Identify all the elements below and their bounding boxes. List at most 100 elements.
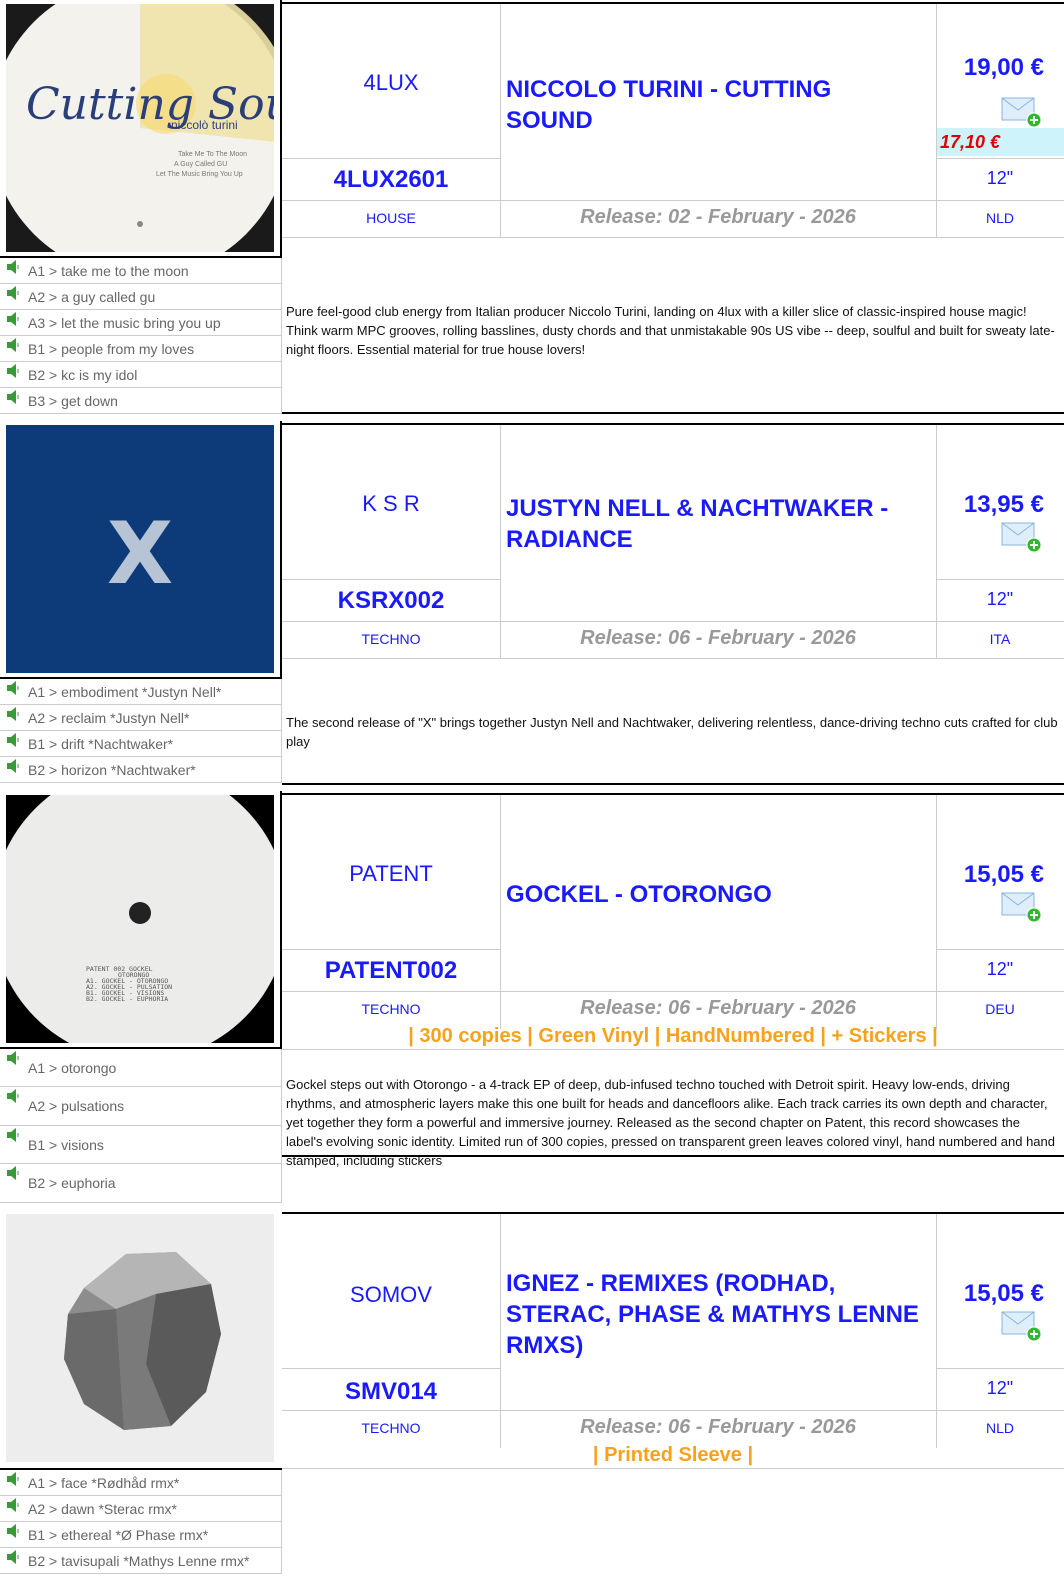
- genre-link[interactable]: TECHNO: [282, 1420, 500, 1436]
- track-item[interactable]: B2 > tavisupali *Mathys Lenne rmx*: [0, 1548, 281, 1574]
- speaker-icon[interactable]: [6, 311, 22, 327]
- track-label: A1 > face *Rødhåd rmx*: [28, 1474, 180, 1491]
- release-date: Release: 06 - February - 2026: [580, 627, 856, 649]
- track-item[interactable]: A1 > otorongo: [0, 1049, 281, 1087]
- speaker-icon[interactable]: [6, 1471, 22, 1487]
- release-header: 4LUX 4LUX2601 NICCOLO TURINI - CUTTING S…: [282, 2, 1064, 238]
- cover-frame: [0, 421, 282, 679]
- mail-add-icon[interactable]: [1000, 517, 1044, 553]
- track-label: A2 > pulsations: [28, 1098, 125, 1114]
- speaker-icon[interactable]: [6, 680, 22, 696]
- track-item[interactable]: B3 > get down: [0, 388, 281, 414]
- speaker-icon[interactable]: [6, 389, 22, 405]
- track-item[interactable]: A2 > a guy called gu: [0, 284, 281, 310]
- release-item: SOMOV SMV014 IGNEZ - REMIXES (RODHAD, ST…: [0, 1210, 1064, 1586]
- genre-link[interactable]: HOUSE: [282, 210, 500, 226]
- label-link[interactable]: K S R: [282, 491, 500, 517]
- track-item[interactable]: B1 > drift *Nachtwaker*: [0, 731, 281, 757]
- speaker-icon[interactable]: [6, 1523, 22, 1539]
- tracklist: A1 > embodiment *Justyn Nell* A2 > recla…: [0, 679, 282, 783]
- track-item[interactable]: B2 > horizon *Nachtwaker*: [0, 757, 281, 783]
- cover-frame: [0, 0, 282, 258]
- track-label: A2 > dawn *Sterac rmx*: [28, 1500, 178, 1517]
- sale-price: 17,10 €: [940, 132, 1001, 152]
- speaker-icon[interactable]: [6, 285, 22, 301]
- release-date: Release: 02 - February - 2026: [580, 206, 856, 228]
- format: 12": [986, 589, 1014, 609]
- track-label: B2 > tavisupali *Mathys Lenne rmx*: [28, 1552, 250, 1569]
- track-label: A1 > embodiment *Justyn Nell*: [28, 683, 222, 700]
- release-description: Pure feel-good club energy from Italian …: [286, 304, 1055, 357]
- tracklist: A1 > face *Rødhåd rmx* A2 > dawn *Sterac…: [0, 1470, 282, 1574]
- speaker-icon[interactable]: [6, 732, 22, 748]
- country: NLD: [985, 210, 1014, 226]
- track-item[interactable]: B2 > kc is my idol: [0, 362, 281, 388]
- track-item[interactable]: A2 > pulsations: [0, 1087, 281, 1126]
- track-item[interactable]: A1 > take me to the moon: [0, 258, 281, 284]
- track-label: A2 > reclaim *Justyn Nell*: [28, 709, 190, 726]
- format: 12": [986, 959, 1014, 979]
- mail-add-icon[interactable]: [1000, 887, 1044, 923]
- track-label: B3 > get down: [28, 392, 118, 409]
- track-item[interactable]: A1 > face *Rødhåd rmx*: [0, 1470, 281, 1496]
- tracklist: A1 > otorongo A2 > pulsations B1 > visio…: [0, 1049, 282, 1203]
- speaker-icon[interactable]: [6, 1088, 22, 1104]
- track-label: B1 > people from my loves: [28, 340, 195, 357]
- label-link[interactable]: SOMOV: [282, 1282, 500, 1308]
- speaker-icon[interactable]: [6, 1165, 22, 1181]
- speaker-icon[interactable]: [6, 706, 22, 722]
- catalog-number[interactable]: SMV014: [282, 1378, 500, 1406]
- mail-add-icon[interactable]: [1000, 1306, 1044, 1342]
- speaker-icon[interactable]: [6, 337, 22, 353]
- track-label: B1 > visions: [28, 1136, 104, 1153]
- price: 15,05 €: [963, 861, 1044, 888]
- track-item[interactable]: A3 > let the music bring you up: [0, 310, 281, 336]
- cover-frame: [0, 791, 282, 1049]
- track-item[interactable]: B1 > people from my loves: [0, 336, 281, 362]
- track-label: A3 > let the music bring you up: [28, 314, 221, 331]
- release-item: PATENT 002 GOCKEL OTORONGO A1. GOCKEL - …: [0, 791, 1064, 1203]
- speaker-icon[interactable]: [6, 259, 22, 275]
- release-title[interactable]: JUSTYN NELL & NACHTWAKER - RADIANCE: [506, 493, 926, 555]
- price: 19,00 €: [963, 54, 1044, 81]
- release-date: Release: 06 - February - 2026: [580, 997, 856, 1019]
- release-title[interactable]: IGNEZ - REMIXES (RODHAD, STERAC, PHASE &…: [506, 1268, 926, 1361]
- release-header: SOMOV SMV014 IGNEZ - REMIXES (RODHAD, ST…: [282, 1212, 1064, 1448]
- release-title[interactable]: NICCOLO TURINI - CUTTING SOUND: [506, 74, 906, 136]
- release-date: Release: 06 - February - 2026: [580, 1416, 856, 1438]
- speaker-icon[interactable]: [6, 1127, 22, 1143]
- cover-image[interactable]: [6, 1214, 274, 1462]
- release-item: X K S R KSRX002 JUSTYN NELL & NACHTWAKER…: [0, 421, 1064, 785]
- track-label: B1 > drift *Nachtwaker*: [28, 735, 174, 752]
- track-item[interactable]: A1 > embodiment *Justyn Nell*: [0, 679, 281, 705]
- catalog-number[interactable]: PATENT002: [282, 957, 500, 985]
- track-item[interactable]: B1 > visions: [0, 1126, 281, 1164]
- speaker-icon[interactable]: [6, 758, 22, 774]
- release-notes: | 300 copies | Green Vinyl | HandNumbere…: [408, 1025, 938, 1047]
- track-item[interactable]: A2 > dawn *Sterac rmx*: [0, 1496, 281, 1522]
- track-item[interactable]: A2 > reclaim *Justyn Nell*: [0, 705, 281, 731]
- release-title[interactable]: GOCKEL - OTORONGO: [506, 879, 926, 910]
- price: 15,05 €: [963, 1280, 1044, 1307]
- label-link[interactable]: 4LUX: [282, 70, 500, 96]
- speaker-icon[interactable]: [6, 1050, 22, 1066]
- genre-link[interactable]: TECHNO: [282, 631, 500, 647]
- track-item[interactable]: B1 > ethereal *Ø Phase rmx*: [0, 1522, 281, 1548]
- catalog-number[interactable]: 4LUX2601: [282, 166, 500, 194]
- genre-link[interactable]: TECHNO: [282, 1001, 500, 1017]
- track-label: B2 > euphoria: [28, 1175, 116, 1191]
- track-label: A1 > take me to the moon: [28, 262, 189, 279]
- price: 13,95 €: [963, 491, 1044, 518]
- label-link[interactable]: PATENT: [282, 861, 500, 887]
- speaker-icon[interactable]: [6, 1549, 22, 1565]
- format: 12": [986, 168, 1014, 188]
- country: NLD: [985, 1420, 1014, 1436]
- release-header: K S R KSRX002 JUSTYN NELL & NACHTWAKER -…: [282, 423, 1064, 659]
- tracklist: A1 > take me to the moon A2 > a guy call…: [0, 258, 282, 414]
- speaker-icon[interactable]: [6, 1497, 22, 1513]
- track-item[interactable]: B2 > euphoria: [0, 1164, 281, 1203]
- mail-add-icon[interactable]: [1000, 92, 1044, 128]
- release-notes: | Printed Sleeve |: [592, 1444, 754, 1466]
- catalog-number[interactable]: KSRX002: [282, 587, 500, 615]
- speaker-icon[interactable]: [6, 363, 22, 379]
